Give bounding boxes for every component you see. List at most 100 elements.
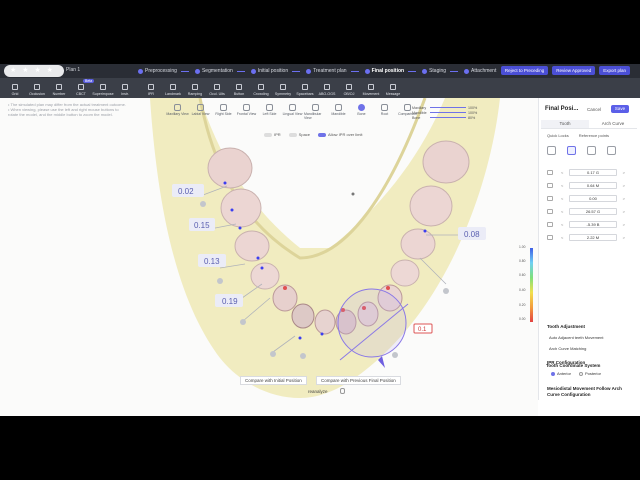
quick-locks[interactable]: Quick Locks [547,133,569,138]
tool-ob-oj[interactable]: OB/OJ [338,84,360,98]
increase-button[interactable]: > [617,196,625,201]
tooth-top-icon[interactable] [567,146,576,155]
step-segmentation[interactable]: Segmentation [194,68,245,74]
tool-ipr[interactable]: IPR [140,84,162,98]
plan-label[interactable]: Plan 1 [66,67,80,73]
review-approved-button[interactable]: Review Approved [552,66,596,75]
tool-cbct[interactable]: CBCT [70,84,92,98]
view-icon [289,104,296,111]
slider-track[interactable] [430,106,466,109]
slider-label: Mandible [412,110,427,115]
spacebars-icon [302,84,308,90]
increase-button[interactable]: > [617,222,625,227]
step-staging[interactable]: Staging [422,68,459,74]
tool-abo-ogs[interactable]: ABO-OGS [316,84,338,98]
view-root[interactable]: Root [373,104,396,120]
arch-curve-matching-option[interactable]: Arch Curve Matching [549,346,586,351]
export-plan-button[interactable]: Export plan [599,66,630,75]
step-final-position[interactable]: Final position [364,68,417,74]
slider-track[interactable] [430,111,466,114]
instr--icon [122,84,128,90]
view-maxillary-view[interactable]: Maxillary View [166,104,189,120]
radio-posterior[interactable]: Posterior [579,371,601,376]
view-mandibular-view[interactable]: Mandibular View [304,104,327,120]
compare-previous-button[interactable]: Compare with Previous Final Position [316,376,401,385]
tool-number[interactable]: Number [48,84,70,98]
bulb-icon[interactable] [340,388,345,394]
reanalyze-button[interactable]: reanalyze [308,389,328,394]
tool-occlusion[interactable]: Occlusion [26,84,48,98]
view-right-side[interactable]: Right Side [212,104,235,120]
view-bone[interactable]: Bone [350,104,373,120]
view-labial-view[interactable]: Labial View [189,104,212,120]
3d-viewport[interactable]: 0.02 0.15 0.13 0.19 0.08 0.1 • The simul… [0,98,538,416]
decrease-button[interactable]: < [561,209,569,214]
save-button[interactable]: Save [611,105,629,113]
toggle-switch[interactable] [318,132,327,137]
tool-ramping[interactable]: Ramping [184,84,206,98]
movement-value[interactable]: 2.22 M [569,233,617,241]
auto-adjacent-option[interactable]: Auto Adjacent teeth Movement [549,335,603,340]
message-icon [390,84,396,90]
view-lingual-view[interactable]: Lingual View [281,104,304,120]
slider-bone[interactable]: Bone 80% [412,115,476,120]
movement-icon [547,182,553,188]
view-left-side[interactable]: Left Side [258,104,281,120]
tooth-side-icon[interactable] [587,146,596,155]
tool-button[interactable]: Button [228,84,250,98]
dental-arch-scene[interactable]: 0.02 0.15 0.13 0.19 0.08 0.1 [0,98,538,416]
decrease-button[interactable]: < [561,235,569,240]
tool-crowding[interactable]: Crowding [250,84,272,98]
tooth-left-premolar-1 [234,230,270,262]
tab-arch-curve[interactable]: Arch Curve [589,120,637,128]
tool-instr-[interactable]: Instr. [114,84,136,98]
decrease-button[interactable]: < [561,183,569,188]
check-icon [250,68,256,74]
step-treatment-plan[interactable]: Treatment plan [306,68,359,74]
tool-superimpose[interactable]: Superimpose [92,84,114,98]
tooth-left-molar-1 [207,147,253,189]
tool-landmark[interactable]: Landmark [162,84,184,98]
tool-grid[interactable]: Grid [4,84,26,98]
tab-tooth[interactable]: Tooth [541,120,589,128]
view-frontal-view[interactable]: Frontal View [235,104,258,120]
toggle-switch[interactable] [288,132,297,137]
increase-button[interactable]: > [617,170,625,175]
increase-button[interactable]: > [617,183,625,188]
slider-track[interactable] [430,116,466,119]
compare-initial-button[interactable]: Compare with Initial Position [240,376,307,385]
movement-value[interactable]: 0.00 [569,194,617,202]
radio-anterior[interactable]: Anterior [551,371,571,376]
step-preprocessing[interactable]: Preprocessing [138,68,189,74]
tool-ocul-ults[interactable]: Ocul. Ults [206,84,228,98]
reference-points[interactable]: Reference points [579,133,609,138]
view-label: Mandibular View [304,112,322,120]
movement-value[interactable]: 0.17 G [569,168,617,176]
panel-tabs: Tooth Arch Curve [541,120,637,129]
decrease-button[interactable]: < [561,196,569,201]
tool-spacebars[interactable]: Spacebars [294,84,316,98]
step-attachment[interactable]: Attachment [464,68,496,74]
step-initial-position[interactable]: Initial position [250,68,301,74]
cancel-button[interactable]: Cancel [587,107,601,112]
tooth-root-icon[interactable] [607,146,616,155]
tool-label: Instr. [121,92,129,96]
movement-value[interactable]: -5.39 B [569,220,617,228]
decrease-button[interactable]: < [561,222,569,227]
cbct-icon [78,84,84,90]
view-mandible[interactable]: Mandible [327,104,350,120]
tool-movement[interactable]: Movement [360,84,382,98]
increase-button[interactable]: > [617,235,625,240]
tool-message[interactable]: Message [382,84,404,98]
toggle-ipr[interactable]: IPR [264,132,281,137]
movement-value[interactable]: 26.57 G [569,207,617,215]
toggle-allow-ipr-over-limit[interactable]: Allow IPR over limit [318,132,362,137]
toggle-space[interactable]: Space [288,132,310,137]
increase-button[interactable]: > [617,209,625,214]
movement-value[interactable]: 0.64 M [569,181,617,189]
toggle-switch[interactable] [264,132,272,137]
tool-symmetry[interactable]: Symmetry [272,84,294,98]
tooth-front-icon[interactable] [547,146,556,155]
reject-button[interactable]: Reject to Preceding [500,66,549,75]
decrease-button[interactable]: < [561,170,569,175]
